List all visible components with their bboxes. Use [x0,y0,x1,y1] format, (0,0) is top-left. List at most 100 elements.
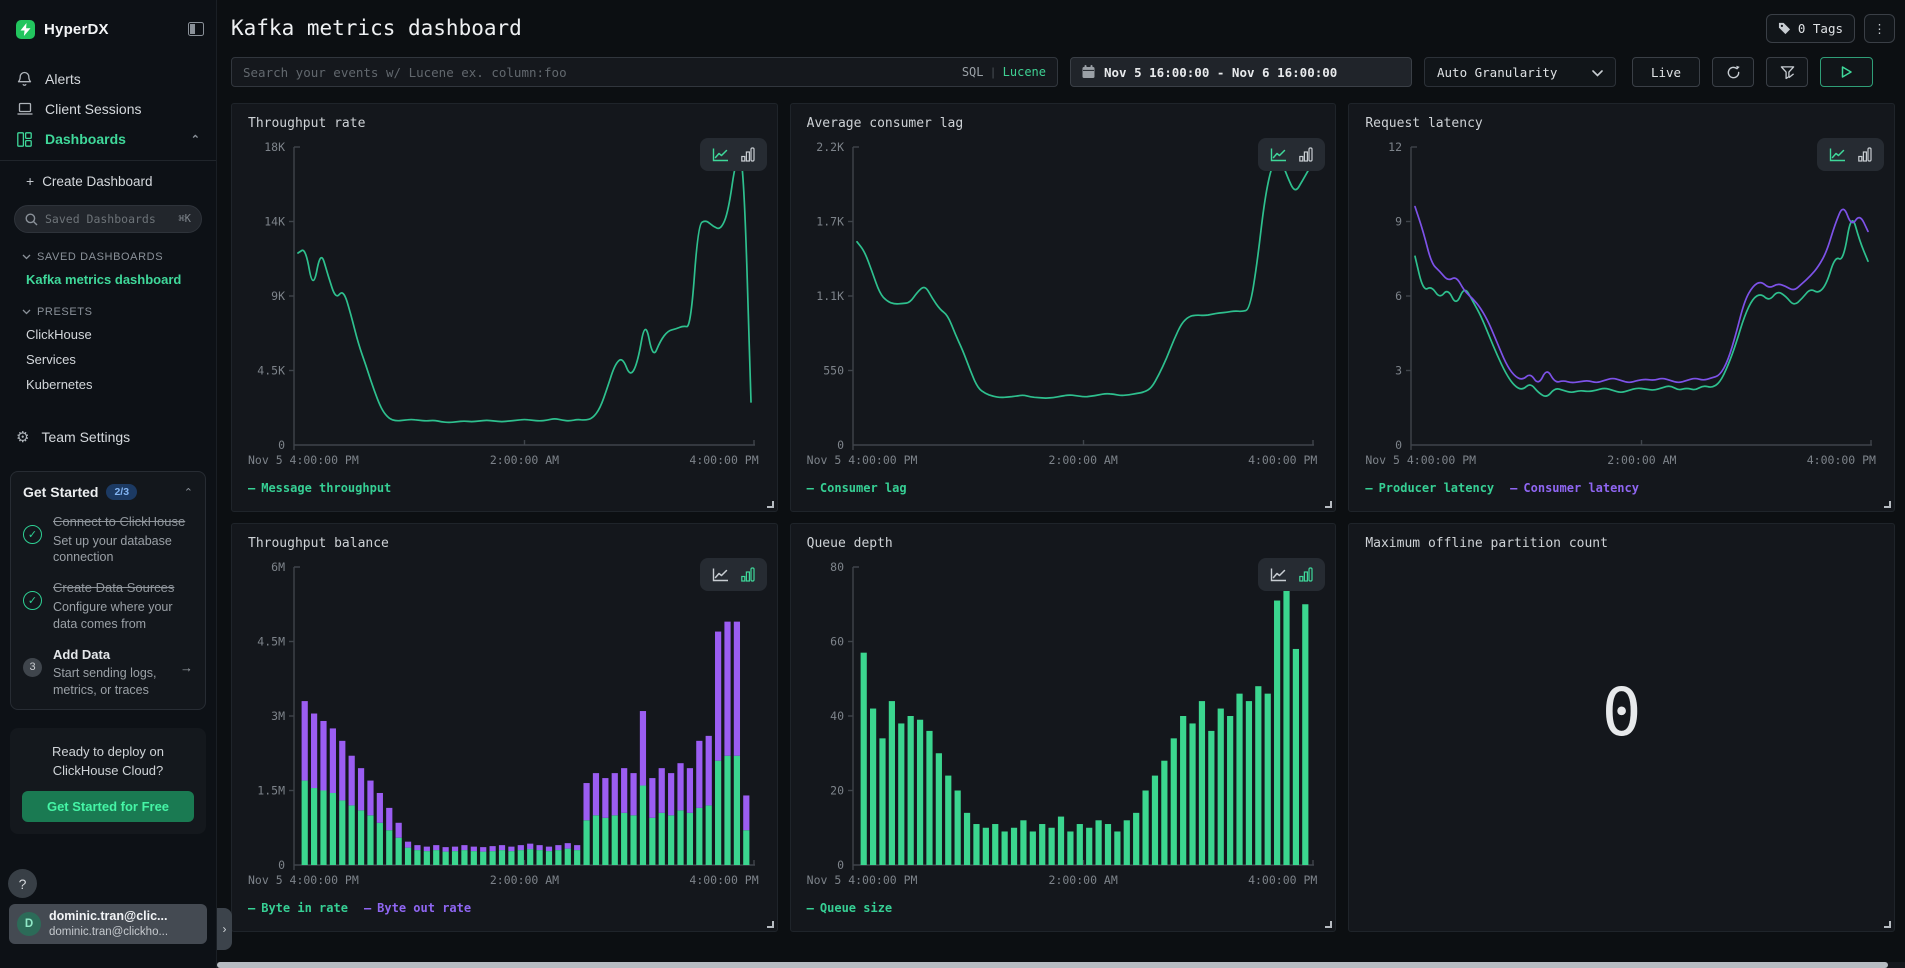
granularity-select[interactable]: Auto Granularity [1424,57,1616,87]
legend-item[interactable]: —Consumer lag [807,481,907,495]
run-query-button[interactable] [1820,57,1873,87]
svg-text:6: 6 [1395,289,1402,303]
saved-dashboards-search-input[interactable]: Saved Dashboards ⌘K [14,205,202,233]
svg-text:9: 9 [1395,215,1402,229]
resize-handle[interactable] [1325,921,1332,928]
chart-plot-area[interactable]: 05501.1K1.7K2.2K [807,139,1320,451]
time-range-picker[interactable]: Nov 5 16:00:00 - Nov 6 16:00:00 [1070,57,1412,87]
section-header[interactable]: PRESETS [0,292,216,322]
sidebar-item-services[interactable]: Services [0,347,216,372]
line-chart-icon[interactable] [1270,147,1287,162]
bar-chart-icon[interactable] [1299,147,1313,162]
get-started-step[interactable]: ✓ Connect to ClickHouse Set up your data… [23,513,193,566]
user-menu[interactable]: D dominic.tran@clic... dominic.tran@clic… [9,904,207,944]
cloud-promo-line1: Ready to deploy on [22,742,194,762]
legend-swatch: — [1510,481,1517,495]
chart-type-toggle [700,558,767,591]
get-started-step[interactable]: ✓ Create Data Sources Configure where yo… [23,579,193,632]
x-tick-label: 2:00:00 AM [490,453,559,467]
resize-handle[interactable] [767,921,774,928]
line-chart-icon[interactable] [712,567,729,582]
x-tick-label: Nov 5 4:00:00 PM [248,873,359,887]
sidebar-item-clickhouse[interactable]: ClickHouse [0,322,216,347]
time-range-value: Nov 5 16:00:00 - Nov 6 16:00:00 [1104,65,1337,80]
svg-text:18K: 18K [264,140,285,154]
sidebar-item-kubernetes[interactable]: Kubernetes [0,372,216,397]
resize-handle[interactable] [1325,501,1332,508]
sidebar-item-kafka-metrics-dashboard[interactable]: Kafka metrics dashboard [0,267,216,292]
chevron-up-icon[interactable]: ⌃ [184,486,193,499]
legend-item[interactable]: —Byte out rate [364,901,471,915]
sidebar-item-team-settings[interactable]: ⚙ Team Settings [0,419,216,455]
dashboard-menu-button[interactable]: ⋮ [1864,14,1895,43]
sidebar-item-dashboards[interactable]: Dashboards⌃ [0,124,216,154]
line-chart-icon[interactable] [1270,567,1287,582]
x-tick-label: Nov 5 4:00:00 PM [807,453,918,467]
legend-item[interactable]: —Byte in rate [248,901,348,915]
filter-icon [1780,65,1795,80]
sidebar-collapse-icon[interactable] [188,22,204,36]
legend-item[interactable]: —Queue size [807,901,892,915]
svg-text:80: 80 [830,560,844,574]
chart-title: Queue depth [807,536,1320,551]
resize-handle[interactable] [1884,921,1891,928]
search-icon [25,213,38,226]
chart-plot-area[interactable]: 04.5K9K14K18K [248,139,761,451]
saved-dashboards-placeholder: Saved Dashboards [45,212,171,226]
bar-chart-icon[interactable] [1858,147,1872,162]
laptop-icon [16,102,33,116]
chart-card-queue-depth: Queue depth020406080Nov 5 4:00:00 PM2:00… [790,523,1337,932]
filter-button[interactable] [1766,57,1808,87]
svg-text:12: 12 [1388,140,1402,154]
refresh-button[interactable] [1712,57,1754,87]
metric-value: 0 [1349,674,1894,751]
bar-chart-icon[interactable] [741,147,755,162]
tags-button[interactable]: 0 Tags [1766,14,1855,43]
create-dashboard-button[interactable]: + Create Dashboard [0,161,216,195]
live-button[interactable]: Live [1632,57,1700,87]
bar-chart-icon[interactable] [741,567,755,582]
svg-text:0: 0 [837,438,844,451]
chart-plot-area[interactable]: 01.5M3M4.5M6M [248,559,761,871]
chart-plot-area[interactable]: 036912 [1365,139,1878,451]
sidebar-item-alerts[interactable]: Alerts [0,64,216,94]
shortcut-hint: ⌘K [178,213,191,225]
svg-text:9K: 9K [271,289,285,303]
help-button[interactable]: ? [8,869,37,898]
sidebar: HyperDX Alerts Client Sessions Dashboard… [0,0,217,968]
sql-toggle[interactable]: SQL [962,65,984,79]
x-axis-labels: Nov 5 4:00:00 PM2:00:00 AM4:00:00 PM [807,873,1320,889]
section-header[interactable]: SAVED DASHBOARDS [0,237,216,267]
x-tick-label: 2:00:00 AM [1049,873,1118,887]
x-tick-label: Nov 5 4:00:00 PM [1365,453,1476,467]
line-chart-icon[interactable] [712,147,729,162]
get-started-step[interactable]: 3 Add Data Start sending logs, metrics, … [23,646,193,699]
legend-item[interactable]: —Producer latency [1365,481,1494,495]
step-description: Start sending logs, metrics, or traces [53,665,170,699]
x-axis-labels: Nov 5 4:00:00 PM2:00:00 AM4:00:00 PM [248,453,761,469]
get-started-free-button[interactable]: Get Started for Free [22,791,194,822]
bar-chart-icon[interactable] [1299,567,1313,582]
legend-item[interactable]: —Message throughput [248,481,391,495]
chart-plot-area[interactable]: 020406080 [807,559,1320,871]
x-axis-labels: Nov 5 4:00:00 PM2:00:00 AM4:00:00 PM [248,873,761,889]
panel-expand-handle[interactable]: › [217,908,232,950]
gear-icon: ⚙ [16,428,29,446]
refresh-icon [1726,65,1741,80]
lucene-toggle[interactable]: Lucene [1003,65,1046,79]
legend-item[interactable]: —Consumer latency [1510,481,1639,495]
event-search-box: SQL | Lucene [231,57,1058,87]
svg-text:60: 60 [830,635,844,649]
legend-label: Consumer lag [820,481,907,495]
resize-handle[interactable] [767,501,774,508]
toolbar: SQL | Lucene Nov 5 16:00:00 - Nov 6 16:0… [231,57,1895,87]
horizontal-scrollbar[interactable] [217,962,1905,968]
line-chart-icon[interactable] [1829,147,1846,162]
chart-legend: —Byte in rate —Byte out rate [248,901,761,915]
sidebar-item-client-sessions[interactable]: Client Sessions [0,94,216,124]
bell-icon [16,71,33,87]
step-description: Configure where your data comes from [53,599,193,633]
check-circle-icon: ✓ [23,525,42,544]
event-search-input[interactable] [243,65,954,80]
resize-handle[interactable] [1884,501,1891,508]
